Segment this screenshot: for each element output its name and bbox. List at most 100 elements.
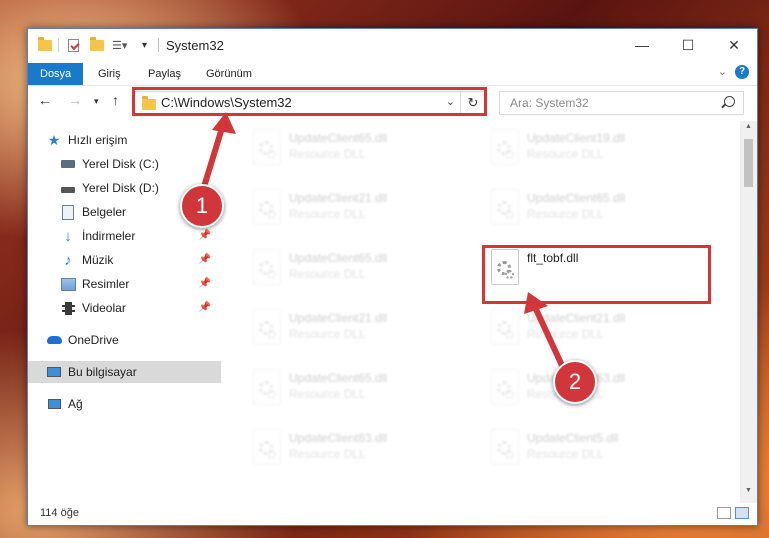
step-2-badge: 2 <box>553 360 597 404</box>
file-type: Resource DLL <box>289 267 366 281</box>
sidebar-item-network[interactable]: Ağ <box>28 393 221 415</box>
new-folder-icon[interactable] <box>90 36 104 53</box>
search-icon[interactable] <box>724 96 735 107</box>
file-list: UpdateClient65.dll Resource DLL UpdateCl… <box>233 121 738 501</box>
sidebar-item-music[interactable]: ♪ Müzik 📌 <box>28 249 221 271</box>
sidebar-item-label: Videolar <box>82 301 126 315</box>
dll-file-icon <box>491 309 519 345</box>
title-bar: ☰▾ ▾ System32 — ☐ ✕ <box>28 29 757 61</box>
tab-share[interactable]: Paylaş <box>136 63 193 85</box>
up-arrow-icon[interactable]: ↑ <box>112 92 119 108</box>
documents-icon <box>60 204 76 220</box>
pin-icon[interactable]: 📌 <box>199 278 211 289</box>
sidebar-item-label: Bu bilgisayar <box>68 365 137 379</box>
dll-file-icon <box>491 189 519 225</box>
sidebar-item-onedrive[interactable]: OneDrive <box>28 329 221 351</box>
file-tile[interactable]: UpdateClient21.dll Resource DLL <box>245 183 465 237</box>
file-name: UpdateClient21.dll <box>289 191 388 205</box>
scroll-down-arrow-icon[interactable]: ▼ <box>740 487 757 501</box>
file-type: Resource DLL <box>527 447 604 461</box>
file-type: Resource DLL <box>289 447 366 461</box>
tab-file[interactable]: Dosya <box>28 63 84 85</box>
file-name: UpdateClient63.dll <box>289 431 388 445</box>
back-arrow-icon[interactable]: ← <box>38 92 52 108</box>
sidebar-item-label: Yerel Disk (C:) <box>82 157 159 171</box>
file-tile[interactable]: UpdateClient63.dll Resource DLL <box>245 423 465 477</box>
dll-file-icon <box>253 249 281 285</box>
dll-file-icon <box>253 129 281 165</box>
sidebar-item-label: Belgeler <box>82 205 127 219</box>
music-icon: ♪ <box>64 251 72 269</box>
sidebar-item-pictures[interactable]: Resimler 📌 <box>28 273 221 295</box>
dll-file-icon <box>491 129 519 165</box>
file-type: Resource DLL <box>527 207 604 221</box>
file-name: UpdateClient21.dll <box>289 311 388 325</box>
details-view-icon[interactable] <box>717 507 731 519</box>
sidebar-item-label: Yerel Disk (D:) <box>82 181 159 195</box>
file-tile[interactable]: UpdateClient65.dll Resource DLL <box>245 243 465 297</box>
scrollbar-thumb[interactable] <box>744 139 753 187</box>
pin-icon[interactable]: 📌 <box>199 254 211 265</box>
download-icon: ↓ <box>64 227 72 245</box>
file-tile[interactable]: UpdateClient65.dll Resource DLL <box>245 363 465 417</box>
file-type: Resource DLL <box>289 387 366 401</box>
quick-access-list-icon[interactable]: ☰▾ <box>112 37 127 53</box>
search-input[interactable] <box>508 95 712 111</box>
expand-ribbon-chevron-icon[interactable]: ⌄ <box>718 65 727 78</box>
pin-icon[interactable]: 📌 <box>199 230 211 241</box>
file-type: Resource DLL <box>527 147 604 161</box>
tab-home[interactable]: Giriş <box>86 63 133 85</box>
sidebar-item-label: İndirmeler <box>82 229 136 243</box>
cloud-icon <box>46 332 62 348</box>
star-icon: ★ <box>47 131 61 148</box>
sidebar-item-drive-c[interactable]: Yerel Disk (C:) <box>28 153 221 175</box>
dll-file-icon <box>491 369 519 405</box>
close-button[interactable]: ✕ <box>711 29 757 61</box>
forward-arrow-icon[interactable]: → <box>68 92 82 108</box>
window-title: System32 <box>166 38 224 53</box>
tab-view[interactable]: Görünüm <box>194 63 264 85</box>
computer-icon <box>46 364 62 380</box>
item-count: 114 öğe <box>40 507 79 519</box>
file-tile[interactable]: UpdateClient21.dll Resource DLL <box>483 303 703 357</box>
sidebar-item-this-pc[interactable]: Bu bilgisayar <box>28 361 221 383</box>
dll-file-icon <box>253 309 281 345</box>
sidebar-item-label: OneDrive <box>68 333 119 347</box>
file-tile[interactable]: UpdateClient5.dll Resource DLL <box>483 423 703 477</box>
sidebar-item-downloads[interactable]: ↓ İndirmeler 📌 <box>28 225 221 247</box>
pictures-icon <box>60 276 76 292</box>
drive-c-icon <box>60 156 76 172</box>
dll-file-icon <box>491 429 519 465</box>
sidebar-item-videos[interactable]: Videolar 📌 <box>28 297 221 319</box>
vertical-scrollbar[interactable]: ▲ ▼ <box>740 121 757 503</box>
sidebar-item-label: Müzik <box>82 253 114 267</box>
dll-file-icon <box>253 189 281 225</box>
file-tile[interactable]: UpdateClient19.dll Resource DLL <box>483 123 703 177</box>
sidebar-item-quick-access[interactable]: ★ Hızlı erişim <box>28 129 221 151</box>
help-icon[interactable]: ? <box>735 65 749 79</box>
tiles-view-icon[interactable] <box>735 507 749 519</box>
scroll-up-arrow-icon[interactable]: ▲ <box>740 123 757 137</box>
file-type: Resource DLL <box>289 147 366 161</box>
file-tile[interactable]: UpdateClient65.dll Resource DLL <box>483 183 703 237</box>
videos-icon <box>60 300 76 316</box>
pin-icon[interactable]: 📌 <box>199 302 211 313</box>
file-tile[interactable]: UpdateClient65.dll Resource DLL <box>245 123 465 177</box>
dll-file-icon <box>253 429 281 465</box>
file-name: UpdateClient19.dll <box>527 131 626 145</box>
search-box[interactable] <box>499 91 744 115</box>
properties-icon[interactable] <box>68 37 80 53</box>
dll-file-icon <box>253 369 281 405</box>
minimize-button[interactable]: — <box>619 29 665 61</box>
file-name: UpdateClient65.dll <box>289 371 388 385</box>
app-folder-icon <box>38 36 52 53</box>
file-tile[interactable]: UpdateClient21.dll Resource DLL <box>245 303 465 357</box>
customize-toolbar-chevron-icon[interactable]: ▾ <box>142 37 147 53</box>
maximize-button[interactable]: ☐ <box>665 29 711 61</box>
recent-locations-chevron-icon[interactable]: ▾ <box>94 96 99 107</box>
file-type: Resource DLL <box>289 207 366 221</box>
drive-d-icon <box>60 180 76 196</box>
file-name: UpdateClient5.dll <box>527 431 619 445</box>
file-type: Resource DLL <box>289 327 366 341</box>
sidebar-item-label: Resimler <box>82 277 130 291</box>
